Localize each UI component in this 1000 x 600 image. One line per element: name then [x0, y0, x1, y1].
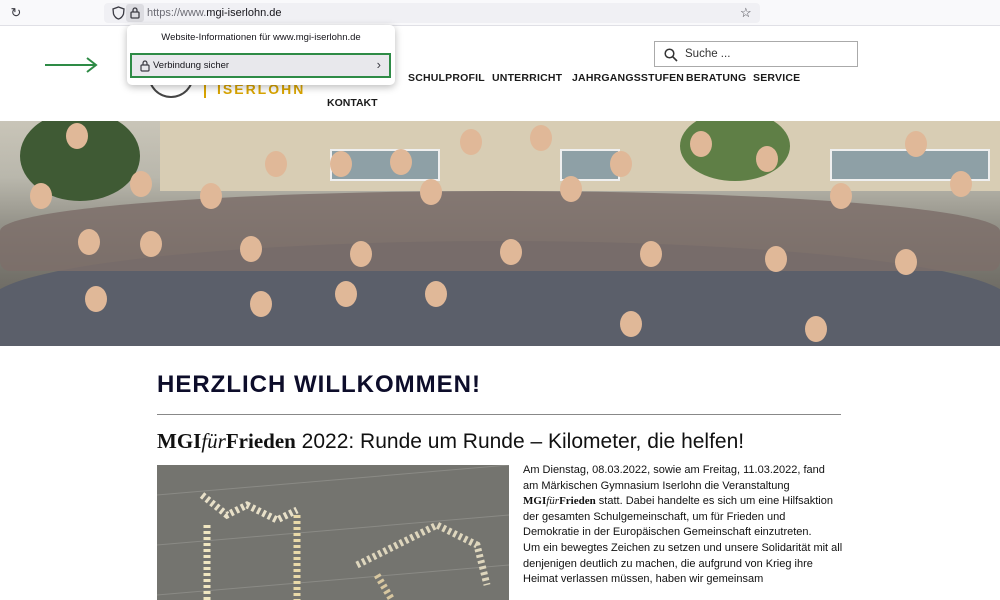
chevron-right-icon: › [376, 57, 381, 72]
welcome-heading: HERZLICH WILLKOMMEN! [157, 371, 481, 398]
nav-item-kontakt[interactable]: KONTAKT [327, 97, 378, 109]
staff-group-photo [0, 121, 1000, 346]
search-placeholder: Suche ... [685, 48, 731, 60]
connection-secure-label: Verbindung sicher [153, 60, 230, 71]
url-prefix: https://www. [147, 7, 207, 19]
aerial-photo-graphic [157, 465, 509, 600]
divider [157, 414, 841, 415]
article-body: Am Dienstag, 08.03.2022, sowie am Freita… [523, 463, 843, 588]
bookmark-star-icon[interactable]: ☆ [740, 5, 752, 21]
article-image[interactable] [157, 465, 509, 600]
search-icon [664, 48, 678, 62]
tracking-protection-shield-icon[interactable] [112, 6, 125, 20]
site-info-lock-button[interactable] [126, 4, 144, 22]
popup-title: Website-Informationen für www.mgi-iserlo… [161, 32, 361, 43]
nav-item-unterricht[interactable]: UNTERRICHT [492, 72, 562, 84]
article-paragraph-1: Am Dienstag, 08.03.2022, sowie am Freita… [523, 464, 833, 539]
annotation-arrow-icon [45, 57, 98, 73]
nav-item-jahrgangsstufen[interactable]: JAHRGANGSSTUFEN [572, 72, 684, 84]
article-paragraph-2: Um ein bewegtes Zeichen zu setzen und un… [523, 541, 843, 586]
search-box[interactable]: Suche ... [654, 41, 858, 67]
nav-item-service[interactable]: SERVICE [753, 72, 800, 84]
headline-text: 2022: Runde um Runde – Kilometer, die he… [295, 430, 745, 453]
url-text[interactable]: https://www.mgi-iserlohn.de [147, 7, 282, 19]
nav-item-schulprofil[interactable]: SCHULPROFIL [408, 72, 485, 84]
browser-toolbar: ↻ https://www.mgi-iserlohn.de ☆ [0, 0, 1000, 26]
article-headline[interactable]: MGIfürFrieden 2022: Runde um Runde – Kil… [157, 429, 744, 454]
address-bar[interactable]: https://www.mgi-iserlohn.de ☆ [104, 3, 760, 23]
lock-icon [130, 7, 140, 19]
url-domain: mgi-iserlohn.de [206, 7, 282, 19]
reload-icon[interactable]: ↻ [9, 6, 23, 20]
connection-secure-row[interactable]: Verbindung sicher › [130, 53, 391, 78]
headline-brand: MGIfürFrieden [157, 429, 296, 453]
nav-item-beratung[interactable]: BERATUNG [686, 72, 746, 84]
site-info-popup: Website-Informationen für www.mgi-iserlo… [127, 25, 395, 85]
lock-icon [140, 60, 150, 72]
